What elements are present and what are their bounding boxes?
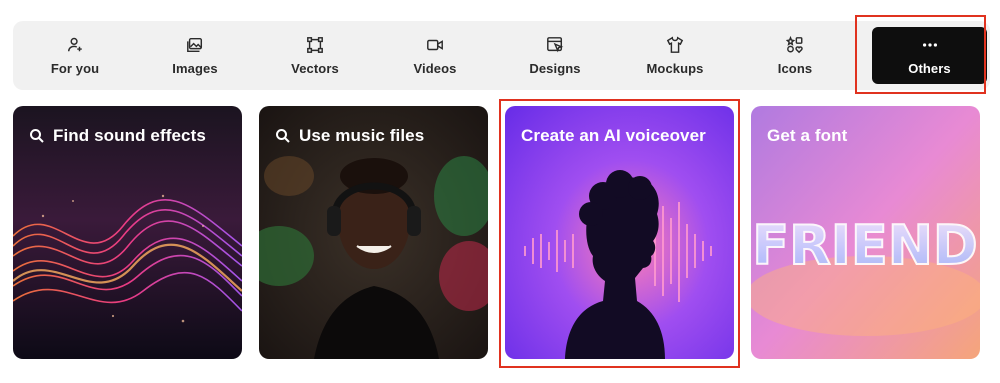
tab-images[interactable]: Images: [135, 21, 255, 90]
tab-others[interactable]: Others: [872, 27, 987, 84]
tab-label: For you: [50, 60, 100, 76]
card-title-text: Use music files: [299, 126, 425, 145]
tab-label: Videos: [413, 60, 457, 76]
card-title-text: Find sound effects: [53, 126, 206, 145]
card-title: Find sound effects: [29, 126, 206, 146]
user-plus-icon: [67, 37, 82, 51]
image-icon: [187, 37, 203, 52]
card-use-music-files[interactable]: Use music files: [259, 106, 488, 359]
font-sample-text: FRIEND: [752, 214, 977, 277]
card-create-ai-voiceover[interactable]: Create an AI voiceover: [505, 106, 734, 359]
tab-videos[interactable]: Videos: [375, 21, 495, 90]
card-find-sound-effects[interactable]: Find sound effects: [13, 106, 242, 359]
tab-designs[interactable]: Designs: [495, 21, 615, 90]
design-cursor-icon: [547, 36, 564, 52]
tab-for-you[interactable]: For you: [15, 21, 135, 90]
shapes-icon: [786, 35, 803, 53]
tab-mockups[interactable]: Mockups: [615, 21, 735, 90]
card-title-text: Create an AI voiceover: [521, 126, 706, 145]
tab-label: Mockups: [646, 60, 704, 76]
card-get-a-font[interactable]: FRIEND Get a font: [751, 106, 980, 359]
card-title: Create an AI voiceover: [521, 126, 706, 146]
tab-label: Vectors: [291, 60, 339, 76]
tshirt-icon: [666, 36, 684, 53]
tab-icons[interactable]: Icons: [735, 21, 855, 90]
video-camera-icon: [427, 39, 443, 50]
tab-label: Others: [908, 60, 951, 76]
tab-vectors[interactable]: Vectors: [255, 21, 375, 90]
category-tab-bar: For you Images Vectors Videos Designs Mo…: [13, 21, 990, 90]
search-icon: [276, 129, 290, 143]
search-icon: [30, 129, 44, 143]
card-title: Use music files: [275, 126, 424, 146]
card-title: Get a font: [767, 126, 847, 146]
tab-label: Icons: [777, 60, 813, 76]
card-title-text: Get a font: [767, 126, 848, 145]
tab-label: Images: [172, 60, 218, 76]
vector-nodes-icon: [307, 36, 323, 53]
tab-label: Designs: [529, 60, 581, 76]
more-dots-icon: [922, 42, 937, 47]
